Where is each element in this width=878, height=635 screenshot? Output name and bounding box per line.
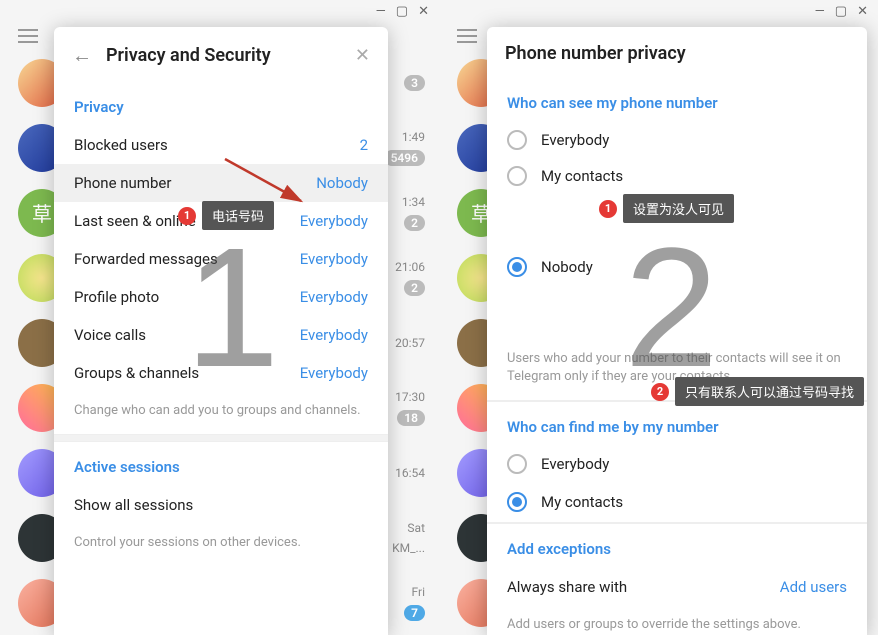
minimize-icon[interactable]: — <box>815 4 825 19</box>
find-by-number-label: Who can find me by my number <box>487 402 867 446</box>
forwarded-messages-row[interactable]: Forwarded messagesEverybody <box>54 240 388 278</box>
phone-privacy-modal: Phone number privacy Who can see my phon… <box>487 27 867 635</box>
close-icon[interactable]: ✕ <box>355 45 370 66</box>
back-arrow-icon[interactable]: ← <box>72 43 92 68</box>
menu-icon[interactable] <box>457 29 477 43</box>
privacy-section-label: Privacy <box>54 82 388 126</box>
last-seen-row[interactable]: Last seen & onlineEverybody <box>54 202 388 240</box>
close-icon[interactable]: ✕ <box>418 4 429 19</box>
voice-calls-row[interactable]: Voice callsEverybody <box>54 316 388 354</box>
phone-number-row[interactable]: Phone numberNobody <box>54 164 388 202</box>
option-everybody[interactable]: Everybody <box>487 122 867 158</box>
exceptions-helper: Add users or groups to override the sett… <box>487 606 867 635</box>
left-panel: — ▢ ✕ 3 1:495496 草1:342 21:062 20:57 17:… <box>0 0 439 635</box>
privacy-helper: Change who can add you to groups and cha… <box>54 392 388 434</box>
sessions-helper: Control your sessions on other devices. <box>54 524 388 566</box>
close-icon[interactable]: ✕ <box>857 4 868 19</box>
add-exceptions-label: Add exceptions <box>487 524 867 568</box>
sessions-section-label: Active sessions <box>54 442 388 486</box>
window-titlebar: — ▢ ✕ <box>0 0 439 22</box>
maximize-icon[interactable]: ▢ <box>835 4 847 19</box>
modal-title: Privacy and Security <box>106 45 341 66</box>
profile-photo-row[interactable]: Profile photoEverybody <box>54 278 388 316</box>
option-find-my-contacts[interactable]: My contacts <box>487 482 867 522</box>
modal-title: Phone number privacy <box>505 43 849 64</box>
option-my-contacts[interactable]: My contacts <box>487 158 867 194</box>
minimize-icon[interactable]: — <box>376 4 386 19</box>
option-nobody[interactable]: Nobody <box>487 194 867 340</box>
option-find-everybody[interactable]: Everybody <box>487 446 867 482</box>
window-titlebar: — ▢ ✕ <box>439 0 878 22</box>
always-share-row[interactable]: Always share withAdd users <box>487 568 867 606</box>
menu-icon[interactable] <box>18 29 38 43</box>
privacy-settings-modal: ← Privacy and Security ✕ Privacy Blocked… <box>54 27 388 635</box>
right-panel: — ▢ ✕ 3 1:495496 草1:342 21:062 20:57 17:… <box>439 0 878 635</box>
see-number-label: Who can see my phone number <box>487 78 867 122</box>
see-number-helper: Users who add your number to their conta… <box>487 340 867 400</box>
blocked-users-row[interactable]: Blocked users2 <box>54 126 388 164</box>
groups-channels-row[interactable]: Groups & channelsEverybody <box>54 354 388 392</box>
show-all-sessions-row[interactable]: Show all sessions <box>54 486 388 524</box>
maximize-icon[interactable]: ▢ <box>396 4 408 19</box>
